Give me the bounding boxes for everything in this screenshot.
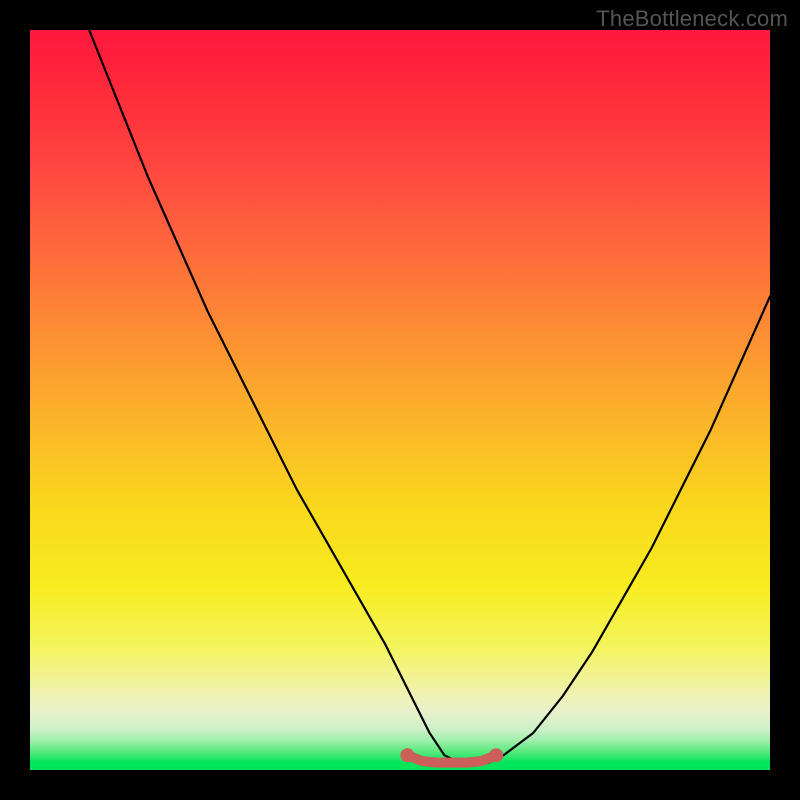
- highlight-endpoint: [400, 748, 414, 762]
- series-red-highlight: [407, 755, 496, 762]
- plot-area: [30, 30, 770, 770]
- chart-svg: [30, 30, 770, 770]
- series-black-curve: [89, 30, 770, 763]
- highlight-endpoint: [489, 748, 503, 762]
- watermark-text: TheBottleneck.com: [596, 6, 788, 32]
- chart-frame: TheBottleneck.com: [0, 0, 800, 800]
